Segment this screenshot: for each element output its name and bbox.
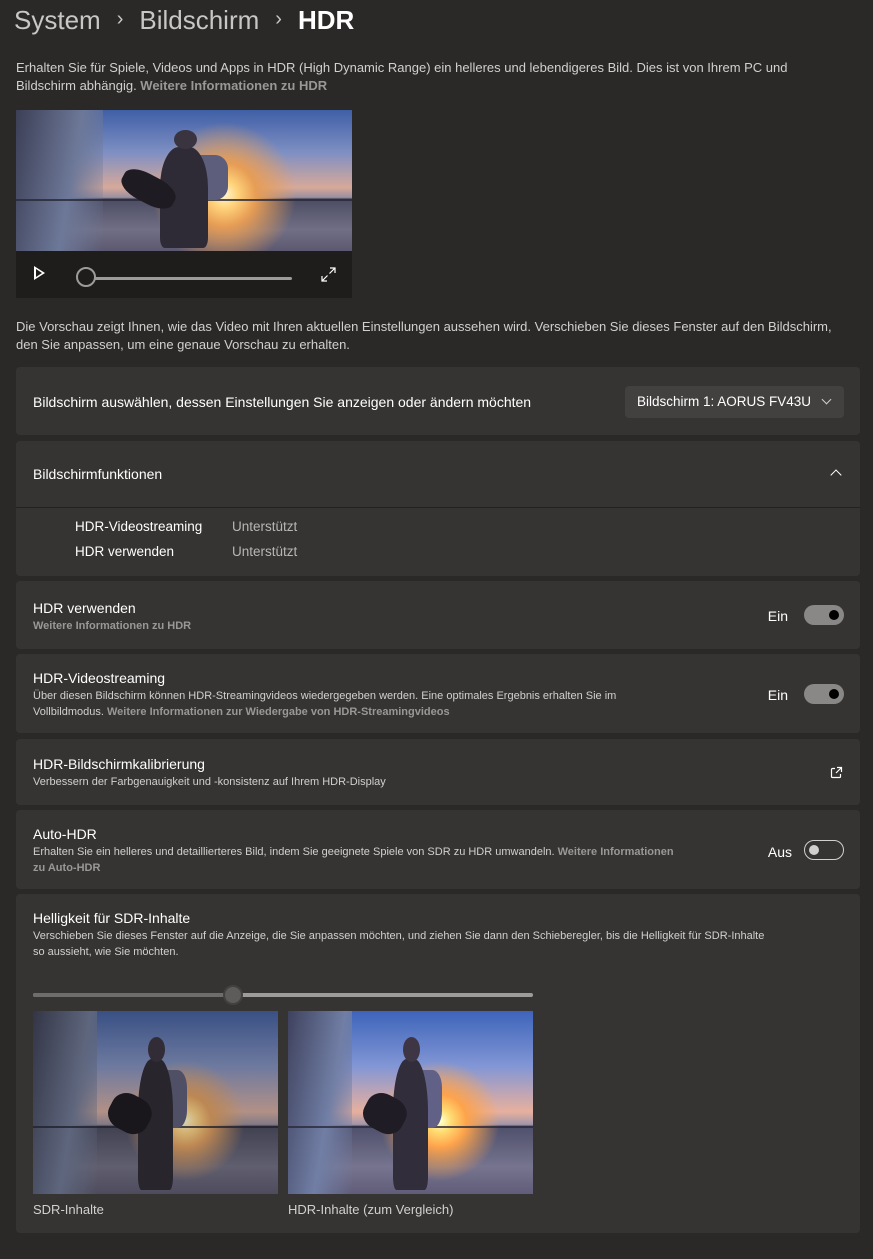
display-dropdown-value: Bildschirm 1: AORUS FV43U bbox=[637, 394, 812, 409]
external-link-icon[interactable] bbox=[830, 766, 843, 779]
breadcrumb: System › Bildschirm › HDR bbox=[14, 2, 354, 38]
display-select-label: Bildschirm auswählen, dessen Einstellung… bbox=[33, 394, 532, 410]
intro-description: Erhalten Sie für Spiele, Videos und Apps… bbox=[16, 59, 846, 95]
hdr-streaming-desc-line1: Über diesen Bildschirm können HDR-Stream… bbox=[33, 690, 617, 702]
calibration-description: Verbessern der Farbgenauigkeit und -kons… bbox=[33, 776, 386, 788]
seek-thumb[interactable] bbox=[76, 267, 96, 287]
calibration-card[interactable]: HDR-Bildschirmkalibrierung Verbessern de… bbox=[16, 739, 860, 805]
preview-note: Die Vorschau zeigt Ihnen, wie das Video … bbox=[16, 319, 832, 352]
video-preview bbox=[16, 110, 352, 298]
sdr-brightness-title: Helligkeit für SDR-Inhalte bbox=[33, 910, 191, 926]
capability-value: Unterstützt bbox=[232, 519, 298, 534]
preview-image bbox=[16, 110, 352, 251]
use-hdr-card: HDR verwenden Weitere Informationen zu H… bbox=[16, 581, 860, 649]
capabilities-card: Bildschirmfunktionen HDR-Videostreaming … bbox=[16, 441, 860, 576]
auto-hdr-toggle[interactable] bbox=[804, 840, 844, 860]
breadcrumb-bildschirm[interactable]: Bildschirm bbox=[139, 5, 259, 36]
intro-learn-more-link[interactable]: Weitere Informationen zu HDR bbox=[140, 78, 327, 93]
hdr-streaming-learn-more-link[interactable]: Weitere Informationen zur Wiedergabe von… bbox=[107, 706, 450, 718]
divider bbox=[16, 507, 860, 508]
auto-hdr-card: Auto-HDR Erhalten Sie ein helleres und d… bbox=[16, 810, 860, 889]
calibration-title: HDR-Bildschirmkalibrierung bbox=[33, 756, 205, 772]
video-controls bbox=[16, 251, 352, 298]
auto-hdr-description: Erhalten Sie ein helleres und detaillier… bbox=[33, 844, 748, 876]
capabilities-title: Bildschirmfunktionen bbox=[33, 466, 163, 482]
hdr-streaming-desc-line2: Vollbildmodus. bbox=[33, 706, 107, 718]
hdr-streaming-state: Ein bbox=[767, 687, 788, 703]
seek-bar[interactable] bbox=[88, 277, 292, 280]
auto-hdr-title: Auto-HDR bbox=[33, 826, 97, 842]
breadcrumb-separator-icon: › bbox=[275, 7, 282, 30]
sdr-brightness-desc-line2: so aussieht, wie Sie möchten. bbox=[33, 946, 179, 958]
fullscreen-icon[interactable] bbox=[321, 267, 336, 282]
hdr-content-label: HDR-Inhalte (zum Vergleich) bbox=[288, 1202, 454, 1217]
breadcrumb-system[interactable]: System bbox=[14, 5, 101, 36]
capability-name: HDR verwenden bbox=[75, 544, 175, 559]
sdr-brightness-card: Helligkeit für SDR-Inhalte Verschieben S… bbox=[16, 894, 860, 1233]
display-select-card: Bildschirm auswählen, dessen Einstellung… bbox=[16, 367, 860, 435]
sdr-brightness-slider-fill bbox=[33, 993, 233, 997]
display-dropdown[interactable]: Bildschirm 1: AORUS FV43U bbox=[625, 386, 844, 418]
breadcrumb-separator-icon: › bbox=[116, 7, 124, 30]
chevron-down-icon bbox=[821, 394, 832, 405]
hdr-streaming-title: HDR-Videostreaming bbox=[33, 670, 166, 686]
sdr-brightness-description: Verschieben Sie dieses Fenster auf die A… bbox=[33, 928, 843, 960]
use-hdr-toggle[interactable] bbox=[804, 605, 844, 625]
capability-name: HDR-Videostreaming bbox=[75, 519, 203, 534]
use-hdr-title: HDR verwenden bbox=[33, 600, 136, 616]
sdr-brightness-slider-thumb[interactable] bbox=[223, 985, 243, 1005]
hdr-streaming-card: HDR-Videostreaming Über diesen Bildschir… bbox=[16, 654, 860, 733]
hdr-streaming-description: Über diesen Bildschirm können HDR-Stream… bbox=[33, 688, 733, 720]
auto-hdr-learn-more-link[interactable]: Weitere Informationen bbox=[558, 846, 674, 858]
sdr-brightness-desc-line1: Verschieben Sie dieses Fenster auf die A… bbox=[33, 930, 765, 942]
hdr-content-image bbox=[288, 1011, 533, 1194]
use-hdr-state: Ein bbox=[767, 608, 788, 624]
chevron-up-icon[interactable] bbox=[830, 469, 842, 481]
auto-hdr-state: Aus bbox=[767, 844, 792, 860]
auto-hdr-learn-more-link-cont[interactable]: zu Auto-HDR bbox=[33, 862, 100, 874]
page-title: HDR bbox=[297, 4, 355, 35]
intro-text: Erhalten Sie für Spiele, Videos und Apps… bbox=[16, 60, 788, 93]
play-icon[interactable] bbox=[34, 266, 45, 280]
sdr-brightness-slider-track[interactable] bbox=[33, 993, 533, 997]
sdr-content-image bbox=[33, 1011, 278, 1194]
capability-value: Unterstützt bbox=[232, 544, 298, 559]
hdr-streaming-toggle[interactable] bbox=[804, 684, 844, 704]
use-hdr-learn-more-link[interactable]: Weitere Informationen zu HDR bbox=[33, 620, 191, 632]
sdr-content-label: SDR-Inhalte bbox=[33, 1202, 104, 1217]
auto-hdr-desc-text: Erhalten Sie ein helleres und detaillier… bbox=[33, 846, 558, 858]
